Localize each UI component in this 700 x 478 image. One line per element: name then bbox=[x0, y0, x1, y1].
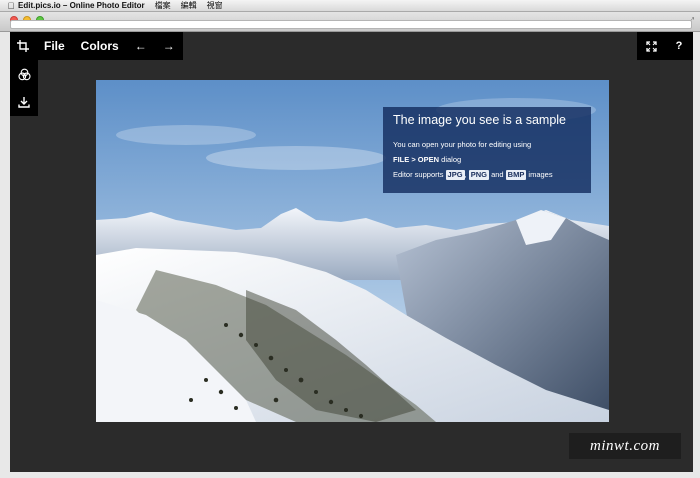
menu-file[interactable]: 檔案 bbox=[155, 0, 171, 11]
crop-button[interactable] bbox=[10, 32, 36, 60]
arrow-right-icon: → bbox=[162, 39, 175, 53]
format-tag-jpg: JPG bbox=[445, 170, 465, 180]
crop-icon bbox=[17, 40, 29, 52]
download-icon bbox=[18, 97, 30, 108]
file-menu-button[interactable]: File bbox=[36, 32, 73, 60]
and-text: and bbox=[488, 170, 506, 179]
fullscreen-icon bbox=[645, 40, 657, 52]
undo-button[interactable]: ← bbox=[127, 32, 155, 60]
file-open-path: FILE > OPEN bbox=[393, 155, 440, 164]
format-tag-png: PNG bbox=[468, 170, 489, 180]
site-watermark: minwt.com bbox=[569, 433, 681, 459]
os-menubar:  Edit.pics.io – Online Photo Editor 檔案 … bbox=[0, 0, 700, 12]
download-button[interactable] bbox=[10, 88, 38, 116]
menu-window[interactable]: 視窗 bbox=[207, 0, 223, 11]
format-tag-bmp: BMP bbox=[505, 170, 527, 180]
filters-icon bbox=[17, 68, 31, 80]
sample-photo[interactable]: The image you see is a sample You can op… bbox=[96, 80, 609, 422]
address-bar[interactable] bbox=[10, 20, 692, 29]
menu-edit[interactable]: 編輯 bbox=[181, 0, 197, 11]
sample-notice-line2: FILE > OPEN dialog bbox=[393, 152, 581, 167]
app-name-menu[interactable]: Edit.pics.io – Online Photo Editor bbox=[18, 1, 145, 10]
supports-text: Editor supports bbox=[393, 170, 446, 179]
arrow-left-icon: ← bbox=[134, 39, 147, 53]
colors-menu-button[interactable]: Colors bbox=[73, 32, 127, 60]
filters-button[interactable] bbox=[10, 60, 38, 88]
dialog-text: dialog bbox=[439, 155, 462, 164]
redo-button[interactable]: → bbox=[155, 32, 183, 60]
main-toolbar: File Colors ← → bbox=[10, 32, 183, 60]
sample-notice-line1: You can open your photo for editing usin… bbox=[393, 140, 532, 149]
images-text: images bbox=[526, 170, 553, 179]
fullscreen-button[interactable] bbox=[637, 32, 665, 60]
help-button[interactable]: ? bbox=[665, 32, 693, 60]
apple-icon[interactable]:  bbox=[4, 1, 18, 11]
sample-notice-line3: Editor supports JPG, PNG and BMP images bbox=[393, 167, 581, 182]
sample-notice-title: The image you see is a sample bbox=[393, 113, 567, 127]
editor-app: File Colors ← → ? The image you see is a… bbox=[10, 32, 693, 472]
top-right-toolbar: ? bbox=[637, 32, 693, 60]
side-toolbar bbox=[10, 60, 38, 116]
sample-notice-overlay: The image you see is a sample You can op… bbox=[383, 107, 591, 193]
